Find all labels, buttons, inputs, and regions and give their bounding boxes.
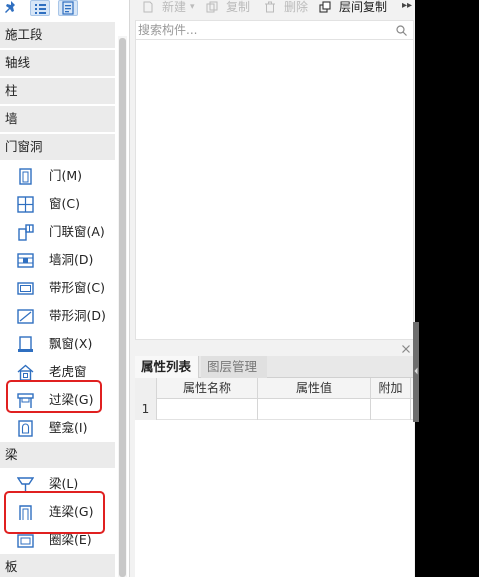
window-icon xyxy=(17,196,34,213)
list-view-icon[interactable] xyxy=(30,0,50,16)
tree-item-label: 飘窗(X) xyxy=(49,336,93,351)
strip-hole-icon xyxy=(17,309,34,324)
floor-copy-icon xyxy=(319,1,331,13)
delete-button-label: 删除 xyxy=(284,0,309,14)
tree-item-strip-hole[interactable]: 带形洞(D) xyxy=(0,302,115,330)
pin-icon[interactable] xyxy=(2,0,22,16)
tab-property-list[interactable]: 属性列表 xyxy=(135,356,199,378)
tree-item-niche[interactable]: 壁龛(I) xyxy=(0,414,115,442)
tree-item-strip-window[interactable]: 带形窗(C) xyxy=(0,274,115,302)
tree-item-label: 圈梁(E) xyxy=(49,532,92,547)
tree-item-bay-window[interactable]: 飘窗(X) xyxy=(0,330,115,358)
cell-property-extra[interactable] xyxy=(371,399,411,420)
new-button-label: 新建 xyxy=(162,0,187,14)
component-tree-panel: 施工段 轴线 柱 墙 门窗洞 门(M) 窗(C) 门联窗(A) 墙洞(D) 带形… xyxy=(0,0,129,577)
tree-item-label: 门联窗(A) xyxy=(49,224,105,239)
door-window-icon xyxy=(18,224,34,241)
ring-beam-icon xyxy=(17,534,34,548)
table-row[interactable]: 1 xyxy=(135,399,414,420)
search-box xyxy=(135,20,414,40)
new-dropdown-icon[interactable]: ▾ xyxy=(190,0,195,14)
highlight-box-lintel xyxy=(6,380,102,413)
property-grid: 属性名称 属性值 附加 1 xyxy=(135,378,414,420)
tree-item-label: 门(M) xyxy=(49,168,83,183)
delete-button[interactable]: 删除 xyxy=(264,0,314,16)
tree-item-label: 带形窗(C) xyxy=(49,280,105,295)
toolbar-overflow-icon[interactable]: ▸▸ xyxy=(402,0,412,12)
component-list-panel: 新建 ▾ 复制 删除 层间复制 ▸▸ 属性列表 图层管理 属 xyxy=(129,0,416,577)
strip-window-icon xyxy=(17,282,34,295)
category-openings[interactable]: 门窗洞 xyxy=(0,134,115,160)
tree-toolbar xyxy=(0,0,115,18)
column-header-extra[interactable]: 附加 xyxy=(371,378,411,399)
component-toolbar: 新建 ▾ 复制 删除 层间复制 ▸▸ xyxy=(130,0,416,18)
tree-item-label: 墙洞(D) xyxy=(49,252,94,267)
tree-item-label: 带形洞(D) xyxy=(49,308,106,323)
tree-item-label: 老虎窗 xyxy=(49,364,87,379)
tree-item-door[interactable]: 门(M) xyxy=(0,162,115,190)
tree-item-label: 壁龛(I) xyxy=(49,420,88,435)
category-beam[interactable]: 梁 xyxy=(0,442,115,468)
detail-view-icon[interactable] xyxy=(58,0,78,16)
grid-header-row: 属性名称 属性值 附加 xyxy=(135,378,414,399)
floor-copy-button-label: 层间复制 xyxy=(339,0,388,14)
wall-hole-icon xyxy=(17,253,34,268)
niche-icon xyxy=(18,420,33,437)
tree-item-door-window[interactable]: 门联窗(A) xyxy=(0,218,115,246)
category-slab[interactable]: 板 xyxy=(0,554,115,577)
tree-item-window[interactable]: 窗(C) xyxy=(0,190,115,218)
floor-copy-button[interactable]: 层间复制 xyxy=(319,0,401,16)
search-icon[interactable] xyxy=(396,25,407,36)
tree-item-label: 窗(C) xyxy=(49,196,80,211)
door-icon xyxy=(19,168,32,185)
search-input[interactable] xyxy=(138,22,388,38)
tab-layer-management[interactable]: 图层管理 xyxy=(201,356,267,378)
tree-item-label: 梁(L) xyxy=(49,476,79,491)
collapse-arrow-icon xyxy=(414,367,418,375)
new-button[interactable]: 新建 ▾ xyxy=(142,0,202,16)
bay-window-icon xyxy=(18,336,33,352)
close-icon[interactable] xyxy=(401,344,411,354)
category-wall[interactable]: 墙 xyxy=(0,106,115,132)
copy-button[interactable]: 复制 xyxy=(206,0,256,16)
category-stage[interactable]: 施工段 xyxy=(0,22,115,48)
properties-tabs: 属性列表 图层管理 xyxy=(135,356,414,378)
cell-property-name[interactable] xyxy=(157,399,258,420)
canvas-area xyxy=(415,0,479,577)
copy-button-label: 复制 xyxy=(226,0,251,14)
grid-corner xyxy=(135,378,157,399)
panel-divider[interactable] xyxy=(130,342,416,356)
highlight-box-coupling-beam xyxy=(4,491,105,534)
category-column[interactable]: 柱 xyxy=(0,78,115,104)
trash-icon xyxy=(265,1,275,13)
cell-property-value[interactable] xyxy=(258,399,371,420)
dormer-icon xyxy=(17,364,34,381)
copy-icon xyxy=(206,1,218,13)
tree-item-wall-hole[interactable]: 墙洞(D) xyxy=(0,246,115,274)
tree-scrollbar-thumb[interactable] xyxy=(119,38,126,577)
column-header-name[interactable]: 属性名称 xyxy=(157,378,258,399)
column-header-value[interactable]: 属性值 xyxy=(258,378,371,399)
category-axis[interactable]: 轴线 xyxy=(0,50,115,76)
properties-panel: 属性列表 图层管理 属性名称 属性值 附加 1 xyxy=(135,356,414,577)
row-index: 1 xyxy=(135,399,157,420)
component-list[interactable] xyxy=(135,40,414,340)
new-file-icon xyxy=(143,1,153,13)
